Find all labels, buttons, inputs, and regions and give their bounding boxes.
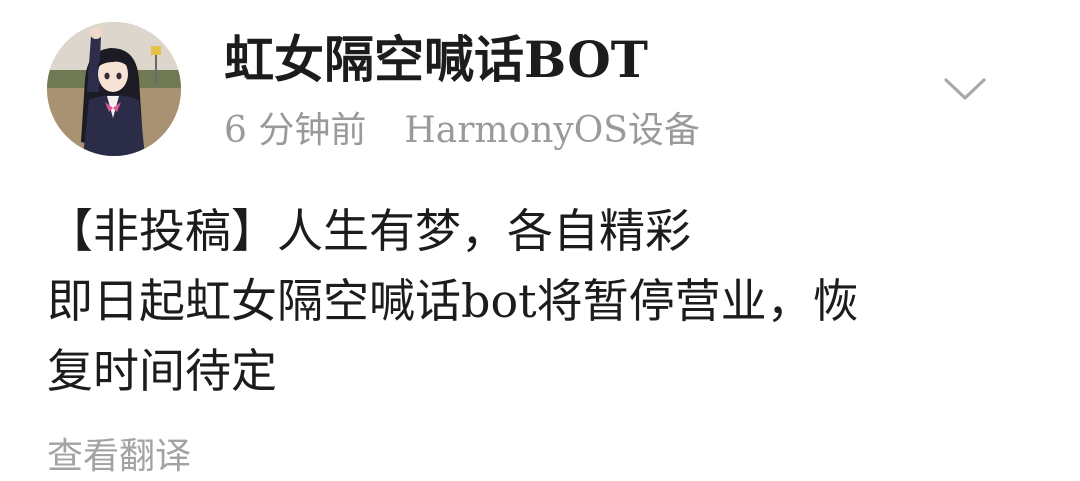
post-content-line: 复时间待定 <box>47 344 277 398</box>
post-timestamp: 6 分钟前 <box>224 110 367 151</box>
post-content: 【非投稿】人生有梦，各自精彩 即日起虹女隔空喊话bot将暂停营业，恢 复时间待定 <box>47 196 1027 406</box>
post-content-line: 【非投稿】人生有梦，各自精彩 <box>47 204 691 258</box>
author-avatar[interactable] <box>47 22 181 156</box>
chevron-down-icon[interactable] <box>940 66 990 110</box>
post-device: HarmonyOS设备 <box>404 110 700 151</box>
avatar-image <box>47 22 181 156</box>
post-meta: 6 分钟前 HarmonyOS设备 <box>224 106 700 156</box>
translate-link[interactable]: 查看翻译 <box>47 433 191 481</box>
author-name[interactable]: 虹女隔空喊话BOT <box>224 28 648 92</box>
post-content-line: 即日起虹女隔空喊话bot将暂停营业，恢 <box>47 274 859 328</box>
weibo-post-card: 虹女隔空喊话BOT 6 分钟前 HarmonyOS设备 【非投稿】人生有梦，各自精… <box>0 0 1080 481</box>
